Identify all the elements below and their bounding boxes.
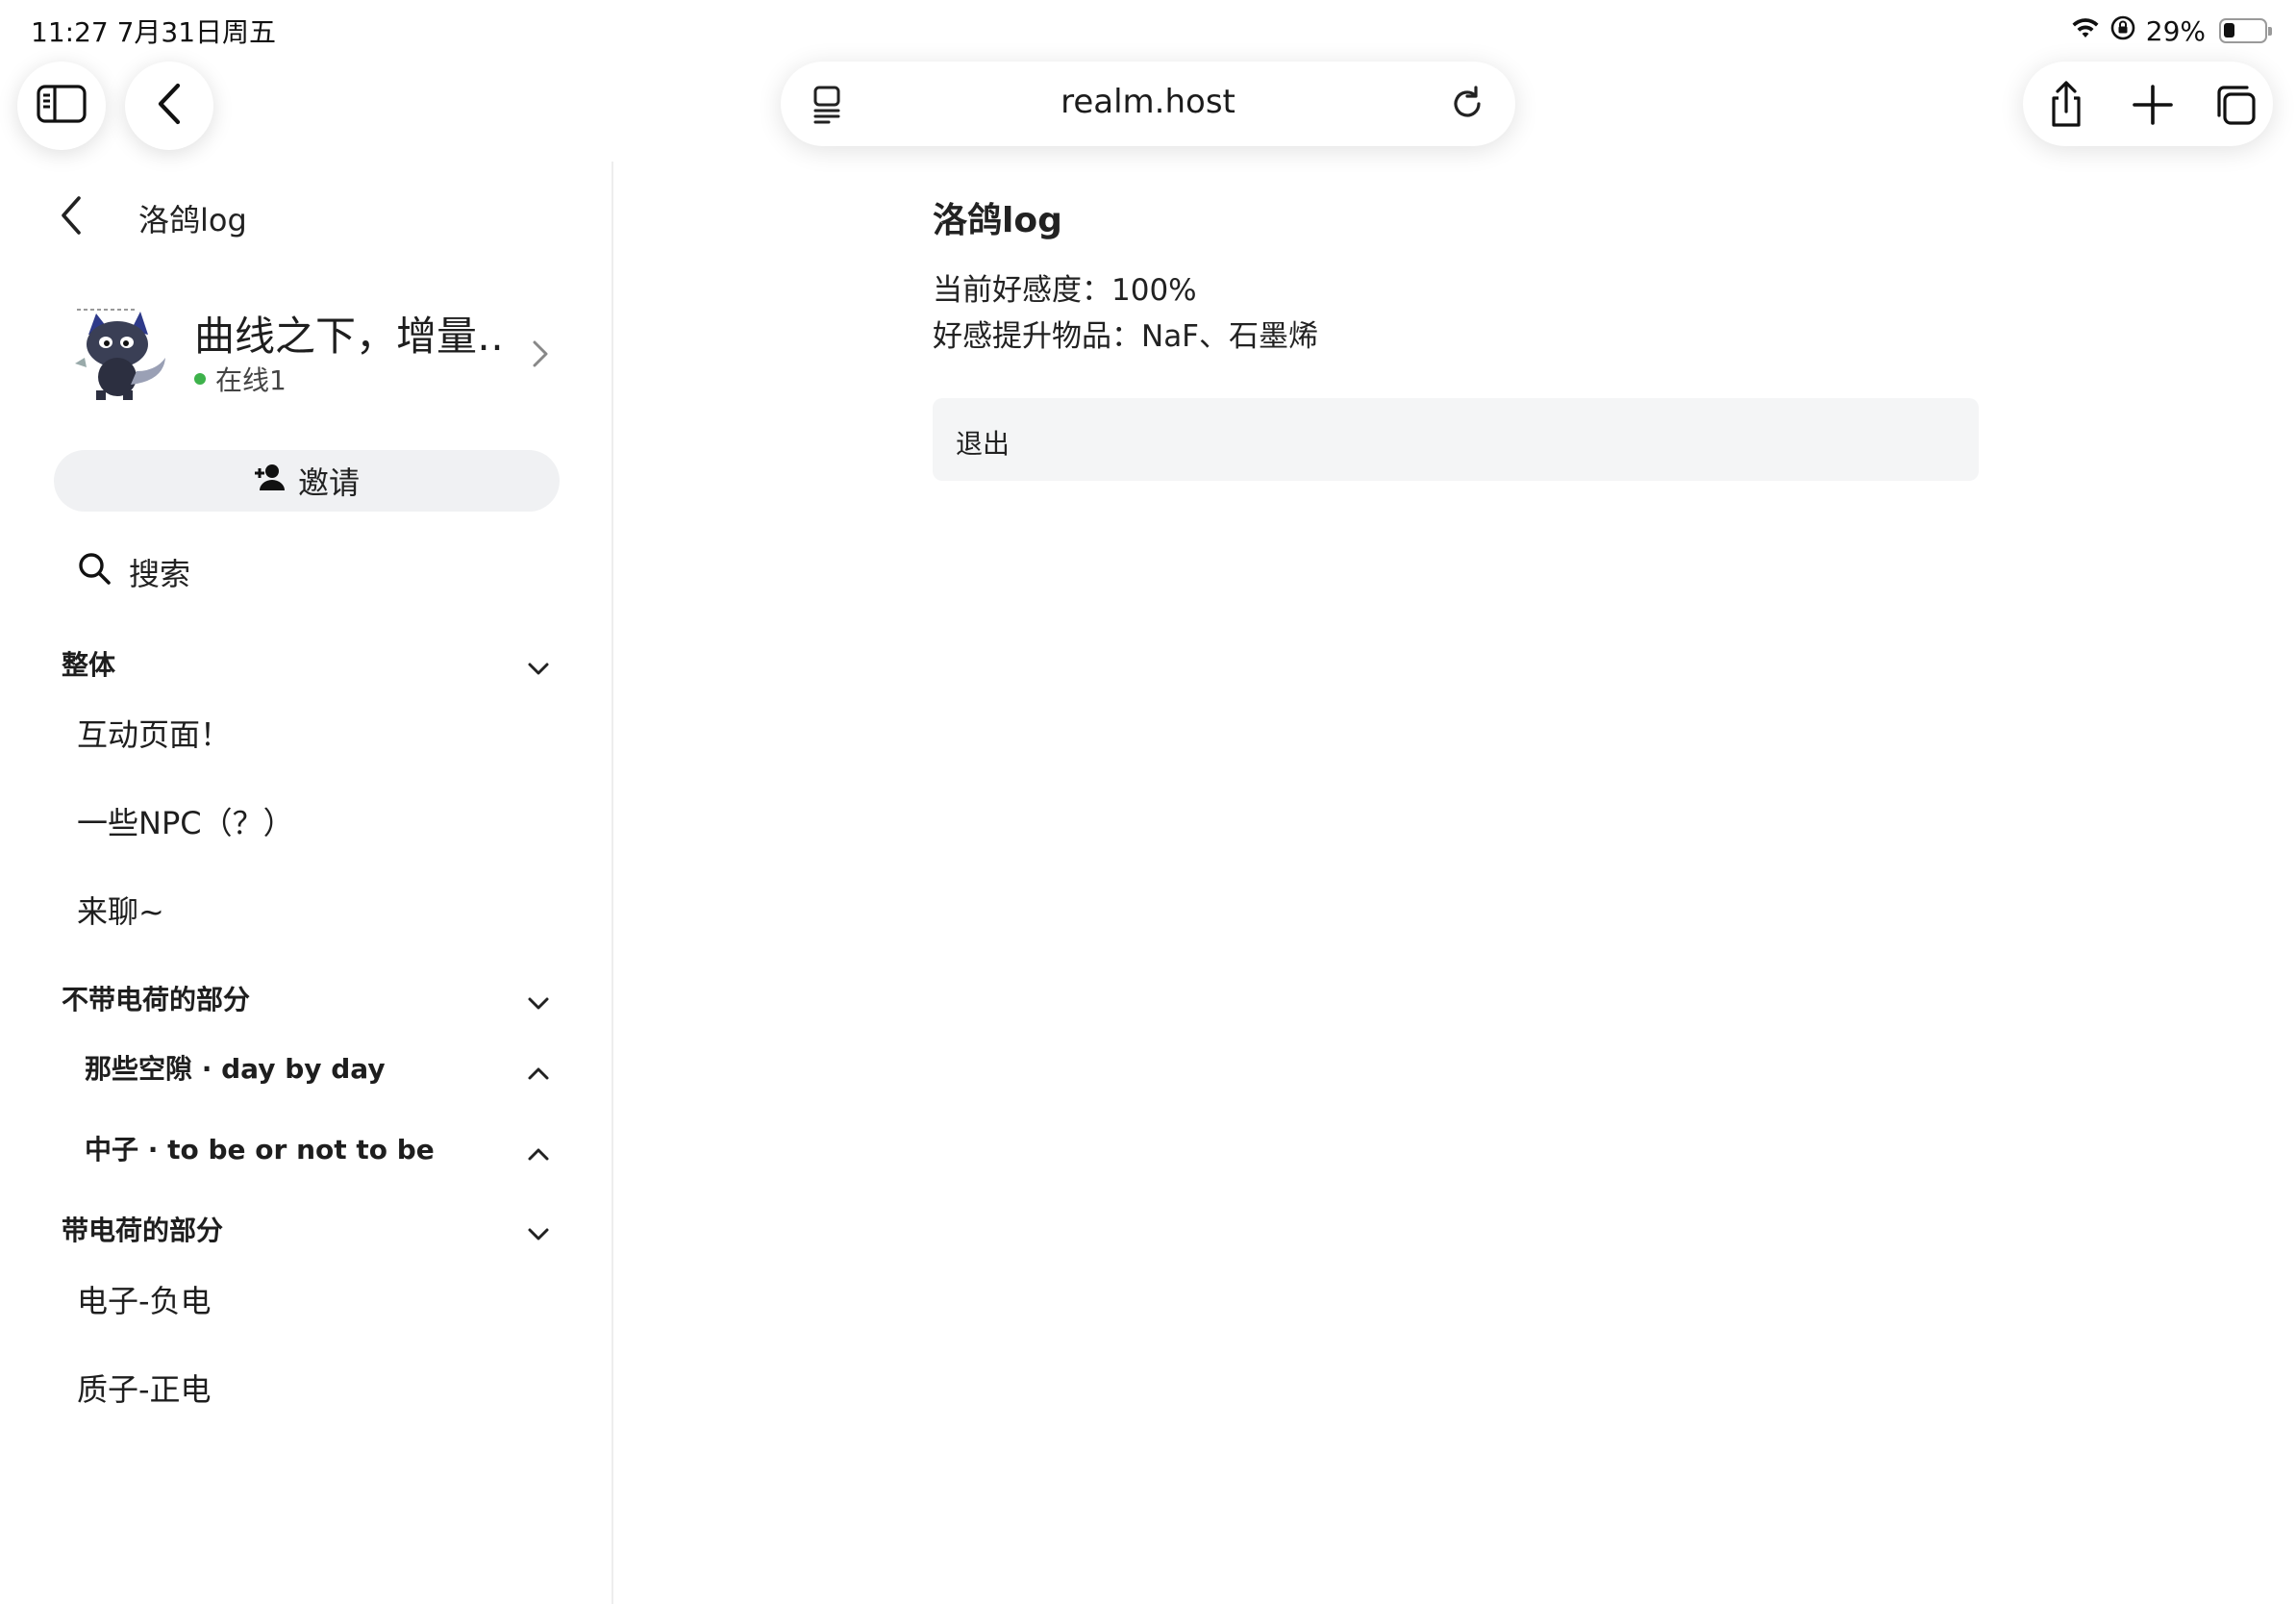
subsection-header[interactable]: 中子 · to be or not to be bbox=[85, 1129, 560, 1167]
invite-button[interactable]: 邀请 bbox=[54, 450, 560, 512]
sidebar-toggle-icon bbox=[37, 85, 87, 127]
battery-percent: 29% bbox=[2145, 14, 2206, 47]
channel-item[interactable]: 互动页面！ bbox=[77, 711, 231, 755]
add-user-icon bbox=[254, 463, 287, 499]
page-title: 洛鸽log bbox=[933, 201, 1062, 240]
online-status: 在线1 bbox=[194, 360, 287, 398]
channel-item[interactable]: 一些NPC（？） bbox=[77, 799, 294, 843]
sidebar-toggle-button[interactable] bbox=[17, 62, 106, 150]
section-header-charged[interactable]: 带电荷的部分 bbox=[62, 1210, 560, 1248]
back-icon bbox=[155, 83, 184, 129]
channel-item[interactable]: 电子-负电 bbox=[77, 1277, 212, 1321]
address-text[interactable]: realm.host bbox=[781, 83, 1515, 121]
reload-icon[interactable] bbox=[1446, 83, 1488, 129]
exit-button[interactable]: 退出 bbox=[933, 398, 1979, 481]
server-avatar[interactable] bbox=[67, 296, 175, 404]
address-bar[interactable]: realm.host bbox=[781, 62, 1515, 146]
favorability-text: 当前好感度：100% bbox=[933, 273, 1197, 308]
battery-icon bbox=[2219, 18, 2272, 43]
wifi-icon bbox=[2071, 15, 2100, 47]
search-button[interactable]: 搜索 bbox=[77, 550, 190, 594]
share-icon[interactable] bbox=[2042, 81, 2090, 133]
exit-label: 退出 bbox=[956, 428, 1011, 460]
chevron-down-icon bbox=[527, 1217, 550, 1249]
tabs-icon[interactable] bbox=[2211, 81, 2259, 133]
server-name[interactable]: 曲线之下，增量… bbox=[194, 304, 502, 363]
chevron-up-icon bbox=[527, 1056, 550, 1088]
section-header-uncharged[interactable]: 不带电荷的部分 bbox=[62, 979, 560, 1017]
chevron-down-icon bbox=[527, 987, 550, 1018]
status-indicators: 29% bbox=[2071, 12, 2272, 50]
channel-item[interactable]: 来聊~ bbox=[77, 888, 164, 932]
search-label: 搜索 bbox=[129, 556, 191, 592]
sidebar-back-icon[interactable] bbox=[58, 194, 85, 240]
section-label: 整体 bbox=[62, 649, 116, 681]
section-label: 带电荷的部分 bbox=[62, 1215, 224, 1246]
channel-item[interactable]: 质子-正电 bbox=[77, 1366, 212, 1410]
browser-back-button[interactable] bbox=[125, 62, 213, 150]
subsection-label: 那些空隙 · day by day bbox=[85, 1053, 386, 1085]
section-label: 不带电荷的部分 bbox=[62, 984, 251, 1015]
plus-icon[interactable] bbox=[2129, 81, 2177, 133]
favor-items-text: 好感提升物品：NaF、石墨烯 bbox=[933, 319, 1319, 354]
invite-label: 邀请 bbox=[297, 464, 360, 501]
subsection-header[interactable]: 那些空隙 · day by day bbox=[85, 1048, 560, 1087]
browser-actions bbox=[2023, 62, 2273, 146]
online-dot-icon bbox=[194, 373, 206, 385]
status-bar: 11:27 7月31日周五 29% bbox=[0, 0, 2296, 60]
chevron-up-icon bbox=[527, 1137, 550, 1168]
search-icon bbox=[77, 551, 112, 593]
channel-sidebar: 洛鸽log 曲线之下，增量… 在线1 邀请 搜索 整体 互动页面！ 一些NPC（… bbox=[0, 162, 613, 1604]
online-count: 在线1 bbox=[215, 364, 287, 396]
subsection-label: 中子 · to be or not to be bbox=[85, 1134, 435, 1165]
status-time-date: 11:27 7月31日周五 bbox=[31, 16, 277, 48]
section-header-overall[interactable]: 整体 bbox=[62, 644, 560, 683]
sidebar-title[interactable]: 洛鸽log bbox=[138, 196, 247, 240]
orientation-lock-icon bbox=[2109, 14, 2136, 48]
chevron-right-icon[interactable] bbox=[531, 338, 550, 373]
chevron-down-icon bbox=[527, 652, 550, 684]
